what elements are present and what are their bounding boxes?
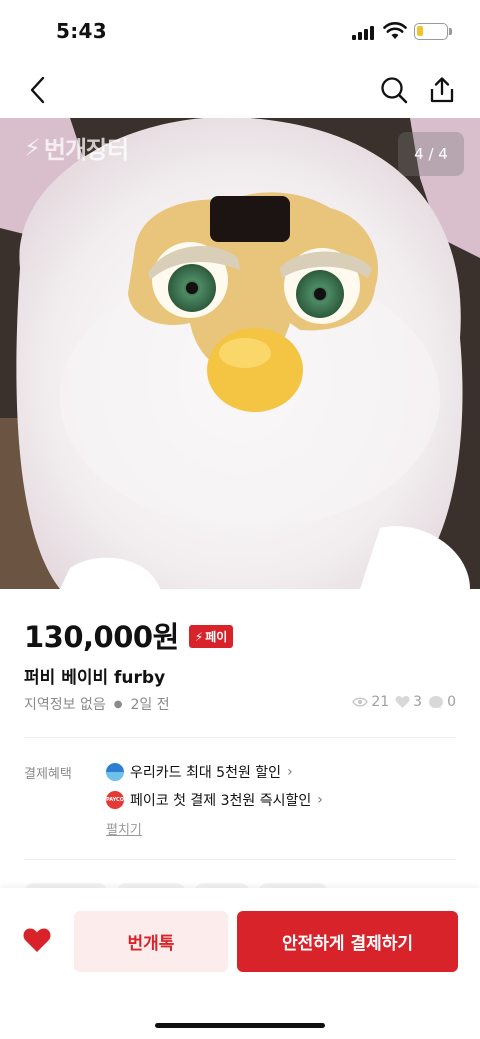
chat-bubble-icon — [429, 695, 444, 709]
chat-button[interactable]: 번개톡 — [74, 911, 228, 972]
heart-icon — [23, 928, 51, 952]
heart-icon — [395, 696, 410, 708]
price: 130,000원 — [24, 620, 179, 654]
divider — [24, 859, 456, 860]
search-button[interactable] — [376, 72, 412, 108]
watermark-text: 번개장터 — [43, 136, 129, 164]
bottom-action-bar: 번개톡 안전하게 결제하기 — [0, 888, 480, 1039]
woori-card-icon — [106, 763, 124, 781]
favorite-button[interactable] — [22, 926, 52, 956]
pay-badge: ⚡ 페이 — [188, 625, 234, 648]
product-image[interactable]: ⚡ 번개장터 4 / 4 — [0, 118, 480, 589]
price-row: 130,000원 ⚡ 페이 — [24, 614, 234, 656]
status-time: 5:43 — [56, 19, 107, 43]
benefit-label: 결제혜택 — [24, 767, 72, 782]
location: 지역정보 없음 — [24, 697, 106, 713]
watermark: ⚡ 번개장터 — [24, 130, 129, 165]
top-nav — [0, 62, 480, 118]
eye-icon — [352, 697, 369, 707]
payco-icon: PAYCO — [106, 791, 124, 809]
benefit-text: 우리카드 최대 5천원 할인 — [130, 765, 282, 781]
product-stats: 21 3 0 — [352, 694, 456, 710]
lightning-icon: ⚡ — [24, 133, 41, 162]
wifi-icon — [383, 22, 407, 39]
share-button[interactable] — [424, 72, 460, 108]
safe-pay-button[interactable]: 안전하게 결제하기 — [237, 911, 458, 972]
image-counter: 4 / 4 — [398, 132, 464, 176]
product-meta: 지역정보 없음 ● 2일 전 — [24, 694, 170, 714]
battery-icon — [414, 23, 448, 40]
status-bar: 5:43 — [0, 0, 480, 62]
views-count: 21 — [371, 694, 390, 710]
chats-stat: 0 — [428, 694, 456, 710]
search-icon — [381, 77, 408, 104]
benefit-woori-card[interactable]: 우리카드 최대 5천원 할인 › — [106, 762, 293, 782]
benefit-payco[interactable]: PAYCO 페이코 첫 결제 3천원 즉시할인 › — [106, 790, 323, 810]
separator-dot: ● — [113, 698, 123, 710]
likes-count: 3 — [413, 694, 423, 710]
chevron-right-icon: › — [317, 792, 323, 808]
chats-count: 0 — [447, 694, 456, 710]
pay-badge-label: 페이 — [205, 630, 228, 644]
back-button[interactable] — [20, 72, 56, 108]
chevron-right-icon: › — [287, 764, 293, 780]
views-stat: 21 — [352, 694, 389, 710]
expand-link[interactable]: 펼치기 — [106, 819, 142, 838]
divider — [24, 737, 456, 738]
share-icon — [430, 77, 454, 103]
benefit-text: 페이코 첫 결제 3천원 즉시할인 — [130, 793, 312, 809]
furby-photo — [0, 118, 480, 589]
signal-icon — [352, 25, 376, 40]
product-title: 퍼비 베이비 furby — [24, 668, 166, 688]
likes-stat: 3 — [395, 694, 422, 710]
posted-time: 2일 전 — [130, 697, 170, 713]
lightning-icon: ⚡ — [194, 629, 204, 644]
home-indicator — [155, 1023, 325, 1028]
chevron-left-icon — [30, 76, 45, 104]
